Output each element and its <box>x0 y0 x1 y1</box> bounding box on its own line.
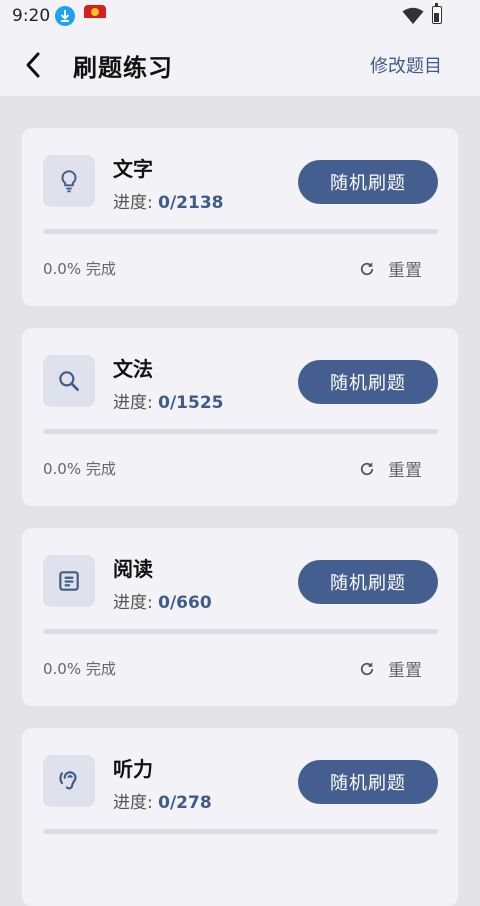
progress-text: 进度: 0/660 <box>113 588 212 613</box>
refresh-icon <box>360 461 374 475</box>
random-practice-button[interactable]: 随机刷题 <box>298 760 438 804</box>
status-bar: 9:20 <box>0 0 480 34</box>
reset-label: 重置 <box>388 261 422 281</box>
progress-bar <box>43 629 438 634</box>
percent-complete: 0.0% 完成 <box>43 460 116 478</box>
random-practice-button[interactable]: 随机刷题 <box>298 360 438 404</box>
reset-button[interactable]: 重置 <box>358 656 422 681</box>
app-notification-icon <box>84 5 106 27</box>
reset-label: 重置 <box>388 461 422 481</box>
reset-button[interactable]: 重置 <box>358 256 422 281</box>
page-title: 刷题练习 <box>73 54 173 82</box>
random-practice-button[interactable]: 随机刷题 <box>298 160 438 204</box>
back-button[interactable] <box>18 48 52 82</box>
download-notification-icon <box>55 6 75 26</box>
progress-label: 进度: <box>113 593 153 613</box>
card-title: 阅读 <box>113 557 153 581</box>
progress-bar <box>43 429 438 434</box>
category-card-grammar: 文法 进度: 0/1525 随机刷题 0.0% 完成 重置 <box>22 328 458 506</box>
category-card-listening: 听力 进度: 0/278 随机刷题 <box>22 728 458 906</box>
battery-icon <box>432 3 442 24</box>
progress-count: 0/660 <box>158 593 212 613</box>
progress-text: 进度: 0/1525 <box>113 388 224 413</box>
progress-bar <box>43 229 438 234</box>
article-icon <box>43 555 95 607</box>
hearing-icon <box>43 755 95 807</box>
wifi-icon <box>402 7 424 29</box>
progress-label: 进度: <box>113 193 153 213</box>
refresh-icon <box>360 661 374 675</box>
progress-bar <box>43 829 438 834</box>
progress-count: 0/1525 <box>158 393 224 413</box>
card-title: 文法 <box>113 357 153 381</box>
progress-label: 进度: <box>113 793 153 813</box>
progress-text: 进度: 0/2138 <box>113 188 224 213</box>
app-bar: 刷题练习 修改题目 <box>0 34 480 96</box>
reset-button[interactable]: 重置 <box>358 456 422 481</box>
status-time: 9:20 <box>12 6 51 26</box>
card-title: 听力 <box>113 757 153 781</box>
progress-count: 0/2138 <box>158 193 224 213</box>
reset-label: 重置 <box>388 661 422 681</box>
search-icon <box>43 355 95 407</box>
refresh-icon <box>360 261 374 275</box>
percent-complete: 0.0% 完成 <box>43 260 116 278</box>
back-arrow-icon <box>26 52 40 78</box>
random-practice-button[interactable]: 随机刷题 <box>298 560 438 604</box>
card-title: 文字 <box>113 157 153 181</box>
category-card-reading: 阅读 进度: 0/660 随机刷题 0.0% 完成 重置 <box>22 528 458 706</box>
progress-label: 进度: <box>113 393 153 413</box>
category-card-text: 文字 进度: 0/2138 随机刷题 0.0% 完成 重置 <box>22 128 458 306</box>
progress-text: 进度: 0/278 <box>113 788 212 813</box>
lightbulb-icon <box>43 155 95 207</box>
edit-questions-button[interactable]: 修改题目 <box>370 52 442 78</box>
progress-count: 0/278 <box>158 793 212 813</box>
percent-complete: 0.0% 完成 <box>43 660 116 678</box>
